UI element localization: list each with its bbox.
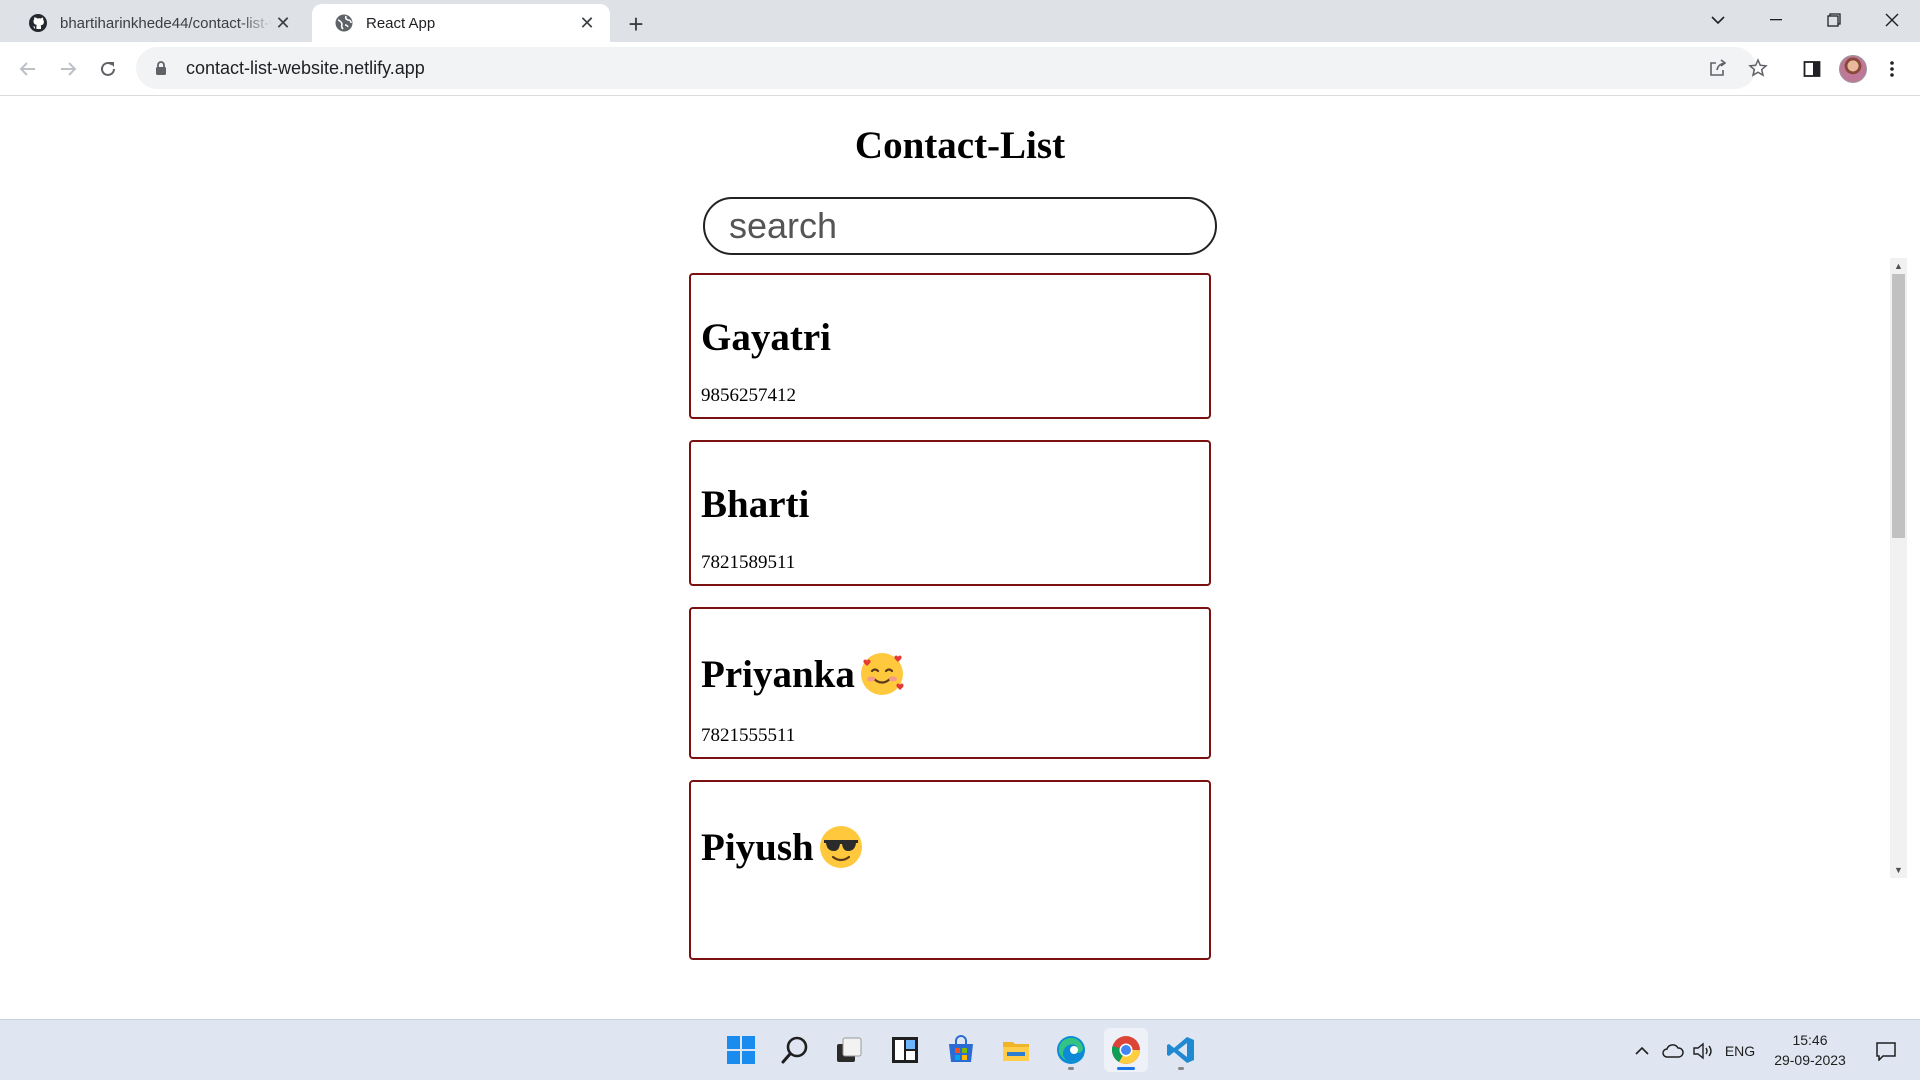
side-panel-icon [1803,61,1821,77]
more-vert-icon [1890,61,1894,77]
notifications-button[interactable] [1866,1020,1906,1080]
tab-title: React App [366,14,436,32]
reload-icon [101,61,115,76]
tab-close-icon[interactable]: ✕ [576,12,598,34]
contact-card: Bharti 7821589511 [689,440,1211,586]
page-content: Contact-List Gayatri 9856257412 Bharti 7… [0,97,1920,1019]
language-indicator[interactable]: ENG [1720,1020,1760,1080]
windows-taskbar: ENG 15:46 29-09-2023 [0,1019,1920,1080]
star-icon [1748,58,1768,77]
bookmark-button[interactable] [1738,47,1778,89]
onedrive-icon[interactable] [1658,1020,1688,1080]
contact-phone: 7821555511 [701,725,796,746]
restore-icon [1827,13,1841,27]
reload-button[interactable] [92,53,124,85]
contact-list[interactable]: Gayatri 9856257412 Bharti 7821589511 Pri… [0,269,1920,979]
browser-tabstrip: bhartiharinkhede44/contact-list-website … [0,0,1920,42]
search-input[interactable] [703,197,1217,255]
scroll-thumb[interactable] [1892,274,1905,538]
contact-card: Piyush [689,780,1211,960]
search-icon[interactable] [773,1028,817,1072]
minimize-button[interactable] [1748,0,1804,40]
contact-name: Priyanka [701,651,905,697]
smiling-face-with-sunglasses-icon [819,826,862,868]
minimize-icon [1770,19,1782,21]
globe-icon [335,14,353,32]
notification-icon [1876,1041,1896,1061]
show-hidden-icons-button[interactable] [1628,1020,1656,1080]
microsoft-store-icon[interactable] [939,1028,983,1072]
chevron-up-icon [1635,1046,1649,1055]
contact-name: Gayatri [701,316,831,359]
close-window-button[interactable] [1864,0,1920,40]
running-indicator [1117,1067,1135,1070]
contact-name: Bharti [701,483,810,526]
contact-card: Gayatri 9856257412 [689,273,1211,419]
widgets-icon[interactable] [883,1028,927,1072]
chrome-icon[interactable] [1104,1028,1148,1072]
github-icon [29,14,47,32]
windows-start-icon[interactable] [719,1028,763,1072]
side-panel-button[interactable] [1796,53,1828,85]
restore-button[interactable] [1806,0,1862,40]
clock-time: 15:46 [1792,1032,1828,1048]
contact-card: Priyanka 7821555511 [689,607,1211,759]
scroll-down-icon[interactable]: ▼ [1890,862,1907,878]
tab-title: bhartiharinkhede44/contact-list-website [60,14,272,32]
tab-search-button[interactable] [1690,0,1746,40]
share-button[interactable] [1698,47,1738,89]
scrollbar[interactable]: ▲ ▼ [1890,258,1907,878]
tab-close-icon[interactable]: ✕ [272,12,294,34]
scroll-up-icon[interactable]: ▲ [1890,258,1907,274]
close-icon [1885,13,1899,27]
tab-github[interactable]: bhartiharinkhede44/contact-list-website … [6,4,306,42]
contact-phone: 9856257412 [701,385,796,406]
address-bar[interactable]: contact-list-website.netlify.app [136,47,1768,89]
running-indicator [1178,1067,1184,1070]
clock-date: 29-09-2023 [1774,1052,1846,1068]
url-text[interactable]: contact-list-website.netlify.app [186,58,425,79]
file-explorer-icon[interactable] [994,1028,1038,1072]
back-button[interactable] [12,53,44,85]
new-tab-button[interactable]: + [620,8,652,40]
forward-button[interactable] [52,53,84,85]
contact-phone: 7821589511 [701,552,796,573]
profile-button[interactable] [1837,53,1869,85]
vscode-icon[interactable] [1159,1028,1203,1072]
browser-toolbar: contact-list-website.netlify.app [0,42,1920,96]
lock-icon[interactable] [150,57,172,79]
task-view-icon[interactable] [827,1028,871,1072]
running-indicator [1068,1067,1074,1070]
contact-name: Piyush [701,824,864,870]
arrow-left-icon [19,62,35,76]
smiling-face-with-hearts-icon [860,653,904,695]
page-title: Contact-List [854,124,1066,167]
tab-react-app[interactable]: React App ✕ [312,4,610,42]
menu-button[interactable] [1876,53,1908,85]
avatar [1839,55,1867,83]
chevron-down-icon [1711,16,1725,25]
arrow-right-icon [61,62,77,76]
system-clock[interactable]: 15:46 29-09-2023 [1760,1030,1860,1070]
share-icon [1710,59,1727,76]
volume-icon[interactable] [1688,1020,1718,1080]
edge-icon[interactable] [1049,1028,1093,1072]
